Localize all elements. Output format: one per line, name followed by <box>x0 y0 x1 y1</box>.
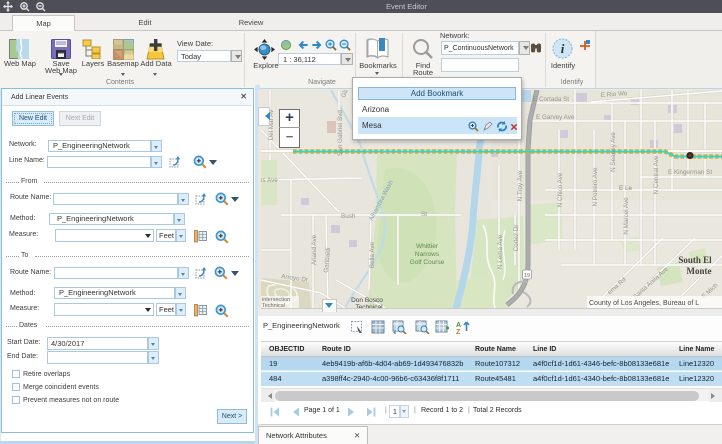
svg-text:es Ave: es Ave <box>261 177 278 184</box>
svg-text:Narrows: Narrows <box>415 251 440 258</box>
svg-text:E Garvey Ave: E Garvey Ave <box>536 114 575 121</box>
svg-text:19: 19 <box>524 273 530 279</box>
svg-text:E Kingerman St: E Kingerman St <box>668 169 712 176</box>
svg-text:N Troy Ave: N Troy Ave <box>517 170 524 201</box>
svg-text:County of Los Angeles, Bureau: County of Los Angeles, Bureau of L <box>589 300 699 307</box>
svg-text:South El: South El <box>678 255 712 265</box>
svg-text:Bella Ave: Bella Ave <box>369 241 376 268</box>
svg-text:N Chico Ave: N Chico Ave <box>557 172 564 207</box>
svg-text:N Central Ave: N Central Ave <box>653 155 660 194</box>
svg-text:Golf Course: Golf Course <box>410 259 445 266</box>
svg-text:Bush: Bush <box>341 213 356 220</box>
svg-text:N Lema Ave: N Lema Ave <box>497 234 504 269</box>
svg-text:E Le: E Le <box>619 185 632 192</box>
svg-text:Cortez Dr: Cortez Dr <box>513 225 520 252</box>
svg-text:Monte: Monte <box>687 266 712 276</box>
svg-text:San Gabriel Bvd: San Gabriel Bvd <box>337 110 344 156</box>
svg-text:Don Bosco: Don Bosco <box>351 297 383 304</box>
svg-text:N Potrero Ave: N Potrero Ave <box>592 167 599 207</box>
svg-text:Whittier: Whittier <box>416 243 439 250</box>
svg-text:i: i <box>561 41 565 56</box>
svg-text:Arland Ave: Arland Ave <box>311 234 318 265</box>
svg-text:A: A <box>456 322 461 329</box>
svg-text:Z: Z <box>456 329 461 334</box>
svg-text:N Marcel Ave: N Marcel Ave <box>623 197 630 235</box>
svg-text:N Seaney Ave: N Seaney Ave <box>610 132 617 172</box>
svg-text:E Cortada St: E Cortada St <box>533 96 569 103</box>
svg-text:St: St <box>421 211 427 218</box>
